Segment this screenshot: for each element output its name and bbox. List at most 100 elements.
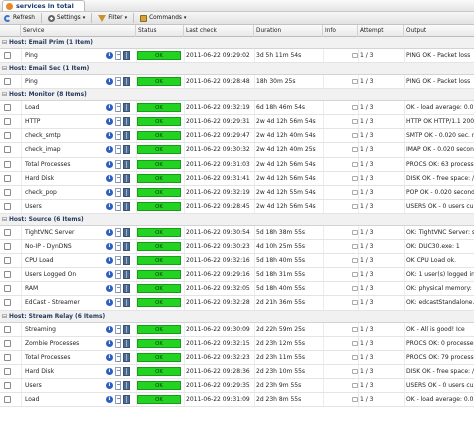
comment-icon[interactable] [352, 354, 358, 360]
info-icon[interactable]: i [106, 339, 113, 347]
info-icon[interactable]: i [106, 299, 113, 307]
column-header-attempt[interactable]: Attempt [358, 25, 404, 37]
row-checkbox[interactable] [4, 339, 11, 347]
service-row[interactable]: RAM i OK 2011-06-22 09:32:05 5d 18h 40m 55s 1… [0, 282, 474, 297]
details-icon[interactable] [115, 51, 121, 60]
group-header[interactable]: ⊟ Host: Source (6 Items) [0, 213, 474, 226]
graph-icon[interactable] [123, 256, 130, 266]
info-icon[interactable]: i [106, 325, 113, 333]
comment-icon[interactable] [352, 244, 358, 250]
comment-icon[interactable] [352, 105, 358, 111]
service-name[interactable]: check_pop [25, 186, 105, 199]
graph-icon[interactable] [123, 298, 130, 308]
graph-icon[interactable] [123, 117, 130, 127]
service-row[interactable]: TightVNC Server i OK 2011-06-22 09:30:54 5d … [0, 225, 474, 241]
details-icon[interactable] [115, 103, 121, 113]
row-checkbox[interactable] [4, 188, 11, 196]
row-checkbox[interactable] [4, 299, 11, 307]
service-row[interactable]: check_smtp i OK 2011-06-22 09:29:47 2w 4d 12… [0, 129, 474, 144]
refresh-button[interactable]: Refresh [2, 14, 37, 22]
graph-icon[interactable] [123, 227, 130, 237]
service-row[interactable]: Users i OK 2011-06-22 09:29:35 2d 23h 9m 55s… [0, 378, 474, 393]
info-icon[interactable]: i [106, 257, 113, 265]
comment-icon[interactable] [352, 272, 358, 278]
comment-icon[interactable] [352, 326, 358, 332]
service-row[interactable]: Users i OK 2011-06-22 09:28:45 2w 4d 12h 56m… [0, 199, 474, 214]
graph-icon[interactable] [123, 173, 130, 183]
service-name[interactable]: Load [25, 393, 105, 406]
collapse-icon[interactable]: ⊟ [2, 66, 7, 72]
graph-icon[interactable] [123, 366, 130, 376]
comment-icon[interactable] [352, 147, 358, 153]
info-icon[interactable]: i [106, 132, 113, 140]
collapse-icon[interactable]: ⊟ [2, 40, 7, 46]
column-header-info[interactable]: Info [323, 25, 358, 37]
column-header-output[interactable]: Output [404, 25, 474, 37]
graph-icon[interactable] [123, 380, 130, 390]
info-icon[interactable]: i [106, 104, 113, 112]
service-row[interactable]: Ping i OK 2011-06-22 09:28:48 18h 30m 25s 1 /… [0, 75, 474, 90]
row-checkbox[interactable] [4, 395, 11, 403]
service-name[interactable]: Users [25, 200, 105, 213]
service-name[interactable]: Hard Disk [25, 172, 105, 185]
details-icon[interactable] [115, 338, 121, 348]
service-row[interactable]: EdCast - Streamer i OK 2011-06-22 09:32:28 2… [0, 296, 474, 311]
group-header[interactable]: ⊟ Host: Email Sec (1 Item) [0, 63, 474, 76]
graph-icon[interactable] [123, 187, 130, 197]
service-name[interactable]: Load [25, 101, 105, 114]
details-icon[interactable] [115, 394, 121, 404]
comment-icon[interactable] [352, 340, 358, 346]
comment-icon[interactable] [352, 382, 358, 388]
graph-icon[interactable] [123, 145, 130, 155]
row-checkbox[interactable] [4, 202, 11, 210]
row-checkbox[interactable] [4, 285, 11, 293]
comment-icon[interactable] [352, 133, 358, 139]
collapse-icon[interactable]: ⊟ [2, 92, 7, 98]
details-icon[interactable] [115, 380, 121, 390]
graph-icon[interactable] [123, 242, 130, 252]
service-row[interactable]: Hard Disk i OK 2011-06-22 09:31:41 2w 4d 12h… [0, 171, 474, 186]
info-icon[interactable]: i [106, 381, 113, 389]
graph-icon[interactable] [123, 159, 130, 169]
service-name[interactable]: RAM [25, 282, 105, 295]
graph-icon[interactable] [123, 324, 130, 334]
row-checkbox[interactable] [4, 243, 11, 251]
service-name[interactable]: Hard Disk [25, 365, 105, 378]
comment-icon[interactable] [352, 119, 358, 125]
row-checkbox[interactable] [4, 132, 11, 140]
row-checkbox[interactable] [4, 146, 11, 154]
details-icon[interactable] [115, 284, 121, 294]
service-row[interactable]: Zombie Processes i OK 2011-06-22 09:32:15 2d… [0, 336, 474, 351]
comment-icon[interactable] [352, 286, 358, 292]
service-name[interactable]: No-IP - DynDNS [25, 240, 105, 253]
row-checkbox[interactable] [4, 353, 11, 361]
graph-icon[interactable] [123, 284, 130, 294]
service-name[interactable]: CPU Load [25, 254, 105, 267]
service-name[interactable]: TightVNC Server [25, 226, 105, 239]
service-name[interactable]: Ping [25, 49, 105, 62]
info-icon[interactable]: i [106, 174, 113, 182]
settings-menu-button[interactable]: Settings ▾ [46, 14, 87, 22]
service-row[interactable]: check_pop i OK 2011-06-22 09:32:19 2w 4d 12h… [0, 185, 474, 200]
row-checkbox[interactable] [4, 104, 11, 112]
service-name[interactable]: Ping [25, 75, 105, 88]
comment-icon[interactable] [352, 175, 358, 181]
comment-icon[interactable] [352, 203, 358, 209]
column-header-status[interactable]: Status [136, 25, 184, 37]
info-icon[interactable]: i [106, 228, 113, 236]
info-icon[interactable]: i [106, 243, 113, 251]
details-icon[interactable] [115, 242, 121, 252]
collapse-icon[interactable]: ⊟ [2, 217, 7, 223]
comment-icon[interactable] [352, 368, 358, 374]
row-checkbox[interactable] [4, 228, 11, 236]
service-row[interactable]: check_imap i OK 2011-06-22 09:30:32 2w 4d 12… [0, 143, 474, 158]
details-icon[interactable] [115, 366, 121, 376]
details-icon[interactable] [115, 324, 121, 334]
info-icon[interactable]: i [106, 367, 113, 375]
info-icon[interactable]: i [106, 353, 113, 361]
row-checkbox[interactable] [4, 325, 11, 333]
group-header[interactable]: ⊟ Host: Stream Relay (6 Items) [0, 310, 474, 323]
row-checkbox[interactable] [4, 271, 11, 279]
graph-icon[interactable] [123, 338, 130, 348]
service-name[interactable]: Users Logged On [25, 268, 105, 281]
